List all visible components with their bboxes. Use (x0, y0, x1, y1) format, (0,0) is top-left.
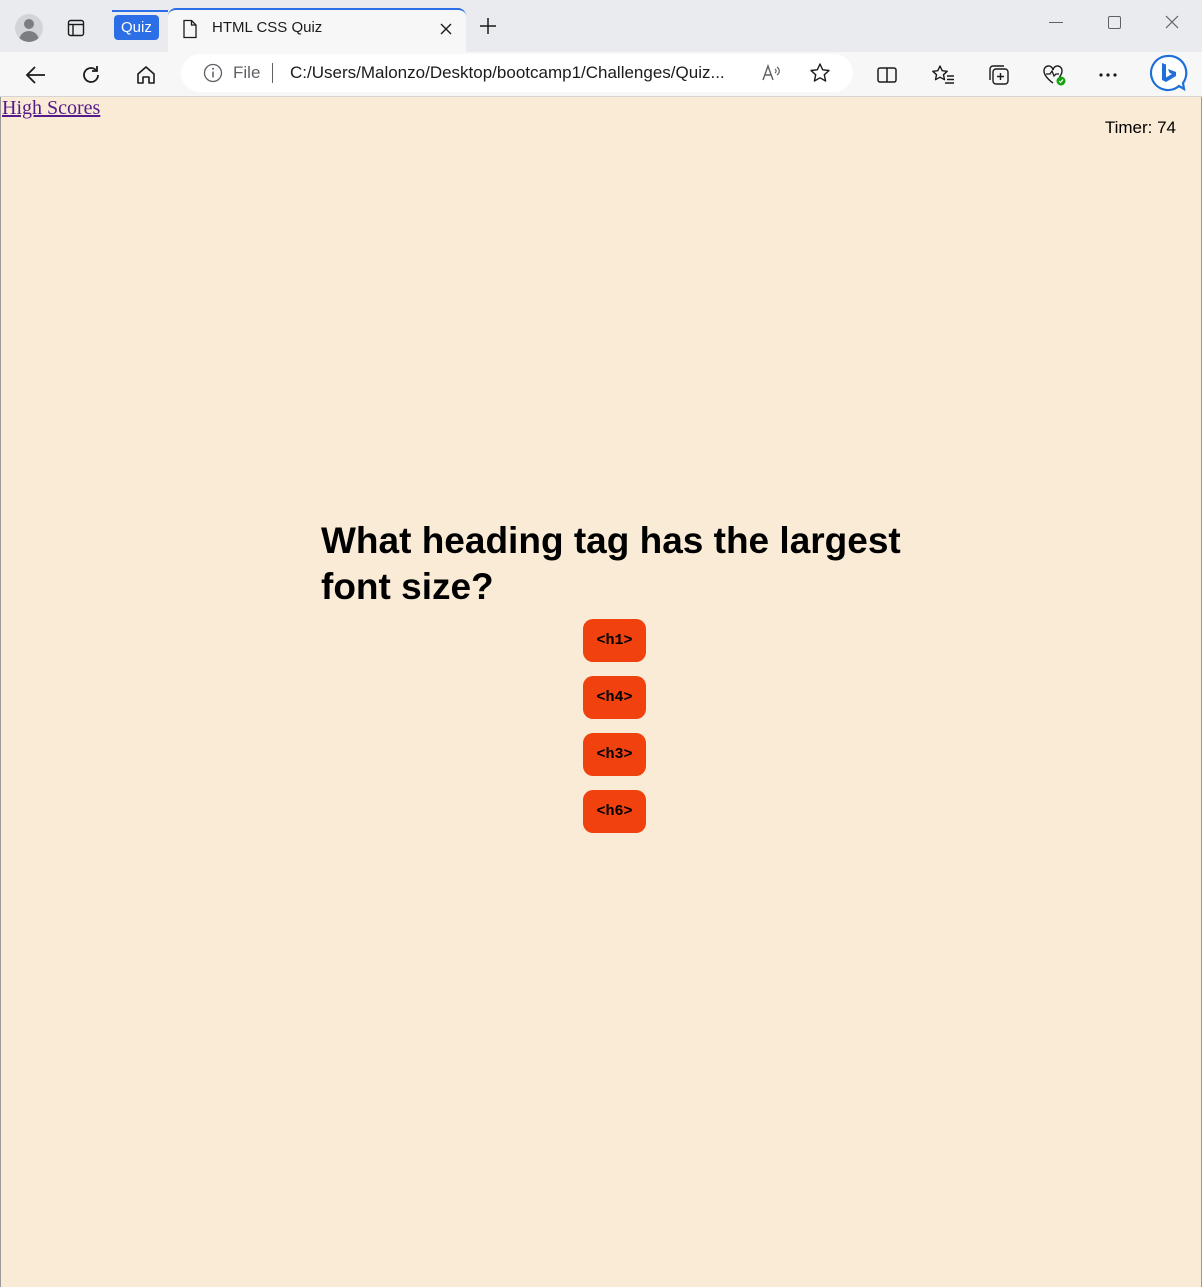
plus-icon[interactable] (477, 15, 499, 41)
answer-button-h1[interactable]: <h1> (583, 619, 646, 662)
read-aloud-icon[interactable] (761, 62, 783, 88)
page-icon (182, 19, 198, 43)
tab-group-indicator (112, 10, 168, 12)
tab-actions-icon[interactable] (62, 14, 90, 42)
split-screen-icon[interactable] (871, 59, 903, 91)
browser-titlebar: Quiz HTML CSS Quiz (0, 0, 1202, 52)
url-text[interactable]: C:/Users/Malonzo/Desktop/bootcamp1/Chall… (290, 63, 750, 83)
tab-group-chip[interactable]: Quiz (114, 15, 159, 40)
minimize-icon[interactable] (1049, 22, 1063, 23)
timer-label: Timer: 74 (1104, 118, 1176, 137)
answer-list: <h1> <h4> <h3> <h6> (583, 619, 647, 833)
favorites-icon[interactable] (927, 59, 959, 91)
answer-button-h4[interactable]: <h4> (583, 676, 646, 719)
address-divider (272, 63, 273, 83)
tab-title: HTML CSS Quiz (212, 19, 323, 36)
info-icon[interactable] (203, 63, 223, 87)
page-viewport: High Scores Timer: 74 What heading tag h… (0, 97, 1202, 1287)
profile-avatar-icon[interactable] (15, 14, 43, 42)
close-icon[interactable] (439, 21, 453, 40)
refresh-icon[interactable] (75, 59, 107, 91)
question-title: What heading tag has the largest font si… (321, 520, 901, 607)
answer-button-h3[interactable]: <h3> (583, 733, 646, 776)
timer-display: Timer: 74 (1105, 118, 1176, 138)
high-scores-link[interactable]: High Scores (2, 97, 100, 120)
heartbeat-icon[interactable] (1038, 59, 1070, 91)
collections-icon[interactable] (983, 59, 1015, 91)
home-icon[interactable] (130, 59, 162, 91)
maximize-icon[interactable] (1108, 16, 1121, 29)
bing-icon[interactable] (1148, 53, 1188, 93)
browser-toolbar: File C:/Users/Malonzo/Desktop/bootcamp1/… (0, 52, 1202, 97)
back-arrow-icon[interactable] (20, 59, 52, 91)
scheme-label: File (233, 63, 261, 82)
tab-html-css-quiz[interactable]: HTML CSS Quiz (168, 8, 466, 52)
more-icon[interactable] (1092, 59, 1124, 91)
star-icon[interactable] (809, 62, 831, 88)
answer-button-h6[interactable]: <h6> (583, 790, 646, 833)
address-bar[interactable]: File C:/Users/Malonzo/Desktop/bootcamp1/… (181, 54, 853, 92)
window-close-icon[interactable] (1164, 14, 1180, 34)
